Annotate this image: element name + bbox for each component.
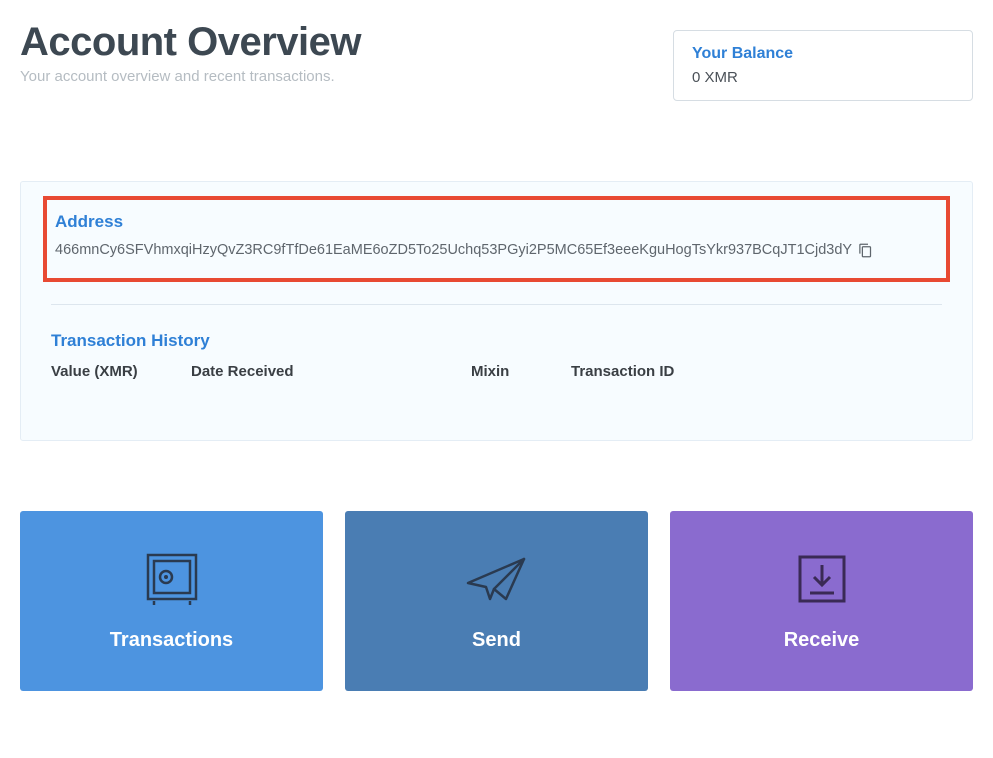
transactions-label: Transactions (110, 629, 233, 652)
download-icon (794, 551, 850, 607)
col-header-mixin: Mixin (471, 363, 571, 380)
copy-icon[interactable] (858, 243, 873, 258)
balance-value: 0 XMR (692, 69, 954, 86)
balance-card: Your Balance 0 XMR (673, 30, 973, 101)
safe-icon (140, 551, 204, 607)
col-header-txid: Transaction ID (571, 363, 942, 380)
header-row: Account Overview Your account overview a… (20, 20, 973, 101)
address-line: 466mnCy6SFVhmxqiHzyQvZ3RC9fTfDe61EaME6oZ… (55, 242, 938, 258)
transactions-card[interactable]: Transactions (20, 511, 323, 691)
paper-plane-icon (462, 551, 532, 607)
tx-history-label: Transaction History (51, 331, 942, 351)
action-row: Transactions Send Receive (20, 511, 973, 691)
divider (51, 304, 942, 305)
page-subtitle: Your account overview and recent transac… (20, 68, 361, 85)
address-value: 466mnCy6SFVhmxqiHzyQvZ3RC9fTfDe61EaME6oZ… (55, 242, 852, 258)
balance-label: Your Balance (692, 45, 954, 63)
main-panel: Address 466mnCy6SFVhmxqiHzyQvZ3RC9fTfDe6… (20, 181, 973, 441)
send-card[interactable]: Send (345, 511, 648, 691)
receive-card[interactable]: Receive (670, 511, 973, 691)
col-header-date: Date Received (191, 363, 471, 380)
tx-history-headers: Value (XMR) Date Received Mixin Transact… (51, 363, 942, 380)
col-header-value: Value (XMR) (51, 363, 191, 380)
title-block: Account Overview Your account overview a… (20, 20, 361, 85)
page-title: Account Overview (20, 20, 361, 64)
address-label: Address (55, 212, 938, 232)
address-block-highlight: Address 466mnCy6SFVhmxqiHzyQvZ3RC9fTfDe6… (43, 196, 950, 282)
send-label: Send (472, 629, 521, 652)
receive-label: Receive (784, 629, 860, 652)
